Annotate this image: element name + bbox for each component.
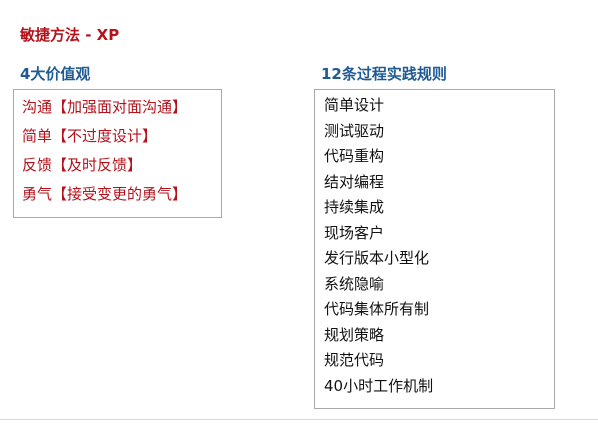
value-item-communication: 沟通【加强面对面沟通】 xyxy=(22,98,188,116)
rule-item-onsite-customer: 现场客户 xyxy=(324,223,385,242)
rules-heading: 12条过程实践规则 xyxy=(321,65,447,83)
rule-item-40-hour-week: 40小时工作机制 xyxy=(324,376,434,395)
values-heading: 4大价值观 xyxy=(20,65,91,83)
rule-item-collective-ownership: 代码集体所有制 xyxy=(324,300,430,318)
rule-item-system-metaphor: 系统隐喻 xyxy=(324,274,385,293)
value-item-feedback: 反馈【及时反馈】 xyxy=(22,156,143,174)
rules-list: 简单设计 测试驱动 代码重构 结对编程 持续集成 现场客户 发行版本小型化 系统… xyxy=(314,89,555,409)
value-item-simplicity: 简单【不过度设计】 xyxy=(22,127,158,145)
rule-item-test-driven: 测试驱动 xyxy=(324,121,385,140)
page-title: 敏捷方法 - XP xyxy=(20,26,120,44)
rule-item-refactoring: 代码重构 xyxy=(324,147,385,165)
value-item-courage: 勇气【接受变更的勇气】 xyxy=(22,185,188,203)
rule-item-simple-design: 简单设计 xyxy=(324,96,385,114)
xp-diagram: 敏捷方法 - XP 4大价值观 12条过程实践规则 沟通【加强面对面沟通】 简单… xyxy=(0,0,598,423)
rule-item-coding-standards: 规范代码 xyxy=(324,351,385,369)
rule-item-pair-programming: 结对编程 xyxy=(324,172,385,191)
rule-item-small-releases: 发行版本小型化 xyxy=(324,249,430,267)
values-list: 沟通【加强面对面沟通】 简单【不过度设计】 反馈【及时反馈】 勇气【接受变更的勇… xyxy=(13,89,222,218)
rule-item-continuous-integration: 持续集成 xyxy=(324,198,385,216)
rule-item-planning-game: 规划策略 xyxy=(324,325,385,344)
bottom-divider xyxy=(0,419,598,420)
